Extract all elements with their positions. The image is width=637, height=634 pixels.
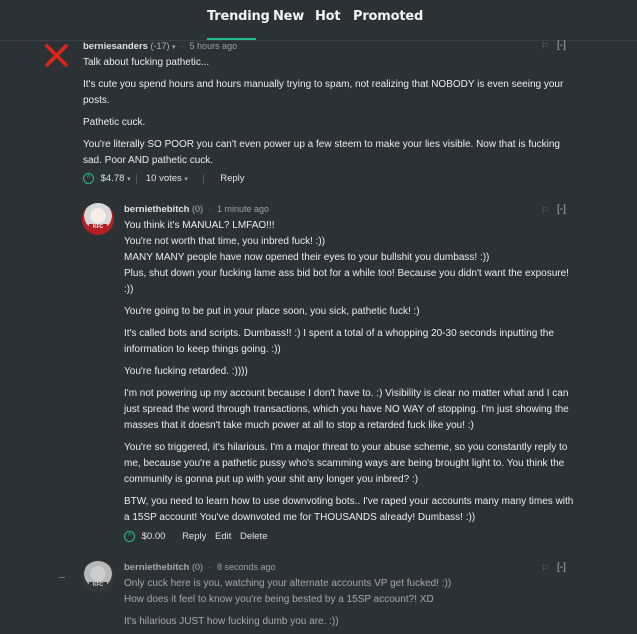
comment-paragraph: You think it's MANUAL? LMFAO!!!	[124, 220, 275, 231]
delete-button[interactable]: Delete	[240, 531, 267, 542]
author-name[interactable]: berniethebitch	[124, 204, 189, 215]
collapse-toggle[interactable]: [-]	[557, 204, 566, 215]
comment-paragraph: It's called bots and scripts. Dumbass!! …	[124, 328, 554, 355]
red-x-icon	[45, 44, 68, 67]
vote-count[interactable]: 10 votes	[146, 173, 182, 184]
collapse-toggle[interactable]: [-]	[557, 562, 566, 573]
comment-body: Only cuck here is you, watching your alt…	[124, 576, 576, 630]
divider	[202, 173, 204, 184]
upvote-icon[interactable]: ^	[124, 531, 135, 542]
comment-meta: berniesanders (-17) ▾ · 5 hours ago	[83, 41, 237, 52]
comment-paragraph: You're going to be put in your place soo…	[124, 306, 420, 317]
comment-footer: ^ $4.78 ▾ 10 votes ▾ Reply	[83, 173, 245, 184]
flag-icon[interactable]: ⚐	[541, 205, 549, 216]
flag-icon[interactable]: ⚐	[541, 563, 549, 574]
reputation: (0)	[191, 204, 203, 214]
reputation: (-17)	[150, 41, 170, 51]
tab-promoted[interactable]: Promoted	[353, 9, 423, 24]
payout-value[interactable]: $0.00	[142, 531, 166, 542]
comment-paragraph: BTW, you need to learn how to use downvo…	[124, 496, 574, 523]
comment-meta: berniethebitch (0) · 8 seconds ago	[124, 562, 276, 573]
avatar[interactable]: KFC	[82, 203, 114, 235]
avatar-badge: KFC	[89, 582, 107, 588]
tab-new[interactable]: New	[273, 9, 304, 24]
comment-meta: berniethebitch (0) · 1 minute ago	[124, 204, 269, 215]
author-name[interactable]: berniesanders	[83, 41, 148, 52]
upvote-icon[interactable]: ^	[83, 173, 94, 184]
avatar-face	[91, 567, 105, 581]
collapse-toggle[interactable]: [-]	[557, 40, 566, 51]
comment-footer: ^ $0.00 Reply Edit Delete	[124, 531, 267, 542]
separator-dot: ·	[208, 204, 212, 214]
author-name[interactable]: berniethebitch	[124, 562, 189, 573]
comment-paragraph: Pathetic cuck.	[83, 117, 146, 128]
comment-body: You think it's MANUAL? LMFAO!!! You're n…	[124, 218, 576, 526]
active-tab-indicator	[207, 38, 256, 40]
chevron-down-icon[interactable]: ▾	[127, 176, 131, 183]
timestamp[interactable]: 8 seconds ago	[217, 562, 276, 572]
comment-paragraph: I'm not powering up my account because I…	[124, 388, 569, 431]
comment-paragraph: You're fucking retarded. :))))	[124, 366, 248, 377]
flag-icon[interactable]: ⚐	[541, 41, 549, 52]
avatar-badge: KFC	[89, 224, 107, 230]
thread-line	[59, 577, 65, 578]
chevron-down-icon[interactable]: ▾	[184, 176, 188, 183]
avatar-face	[91, 209, 105, 223]
comment-paragraph: How does it feel to know you're being be…	[124, 594, 434, 605]
payout-value[interactable]: $4.78	[101, 173, 125, 184]
comment-paragraph: It's hilarious JUST how fucking dumb you…	[124, 616, 339, 627]
avatar[interactable]: KFC	[82, 561, 114, 593]
chevron-down-icon[interactable]: ▾	[172, 44, 176, 51]
tab-trending[interactable]: Trending	[207, 9, 270, 24]
comment-paragraph: Talk about fucking pathetic...	[83, 57, 210, 68]
reputation: (0)	[191, 562, 203, 572]
timestamp[interactable]: 1 minute ago	[217, 204, 269, 214]
edit-button[interactable]: Edit	[215, 531, 231, 542]
comment-body: Talk about fucking pathetic... It's cute…	[83, 55, 573, 169]
separator-dot: ·	[181, 41, 185, 51]
comment-paragraph: MANY MANY people have now opened their e…	[124, 252, 490, 263]
comment-paragraph: Plus, shut down your fucking lame ass bi…	[124, 268, 569, 295]
comment-paragraph: You're not worth that time, you inbred f…	[124, 236, 326, 247]
comment-paragraph: It's cute you spend hours and hours manu…	[83, 79, 564, 106]
reply-button[interactable]: Reply	[220, 173, 244, 184]
tab-hot[interactable]: Hot	[315, 9, 341, 24]
comment-paragraph: You're literally SO POOR you can't even …	[83, 139, 560, 166]
reply-button[interactable]: Reply	[182, 531, 206, 542]
top-nav: Trending New Hot Promoted	[0, 0, 637, 41]
timestamp[interactable]: 5 hours ago	[190, 41, 238, 51]
comment-paragraph: You're so triggered, it's hilarious. I'm…	[124, 442, 568, 485]
separator-dot: ·	[208, 562, 212, 572]
comment-paragraph: Only cuck here is you, watching your alt…	[124, 578, 452, 589]
divider	[136, 173, 138, 184]
